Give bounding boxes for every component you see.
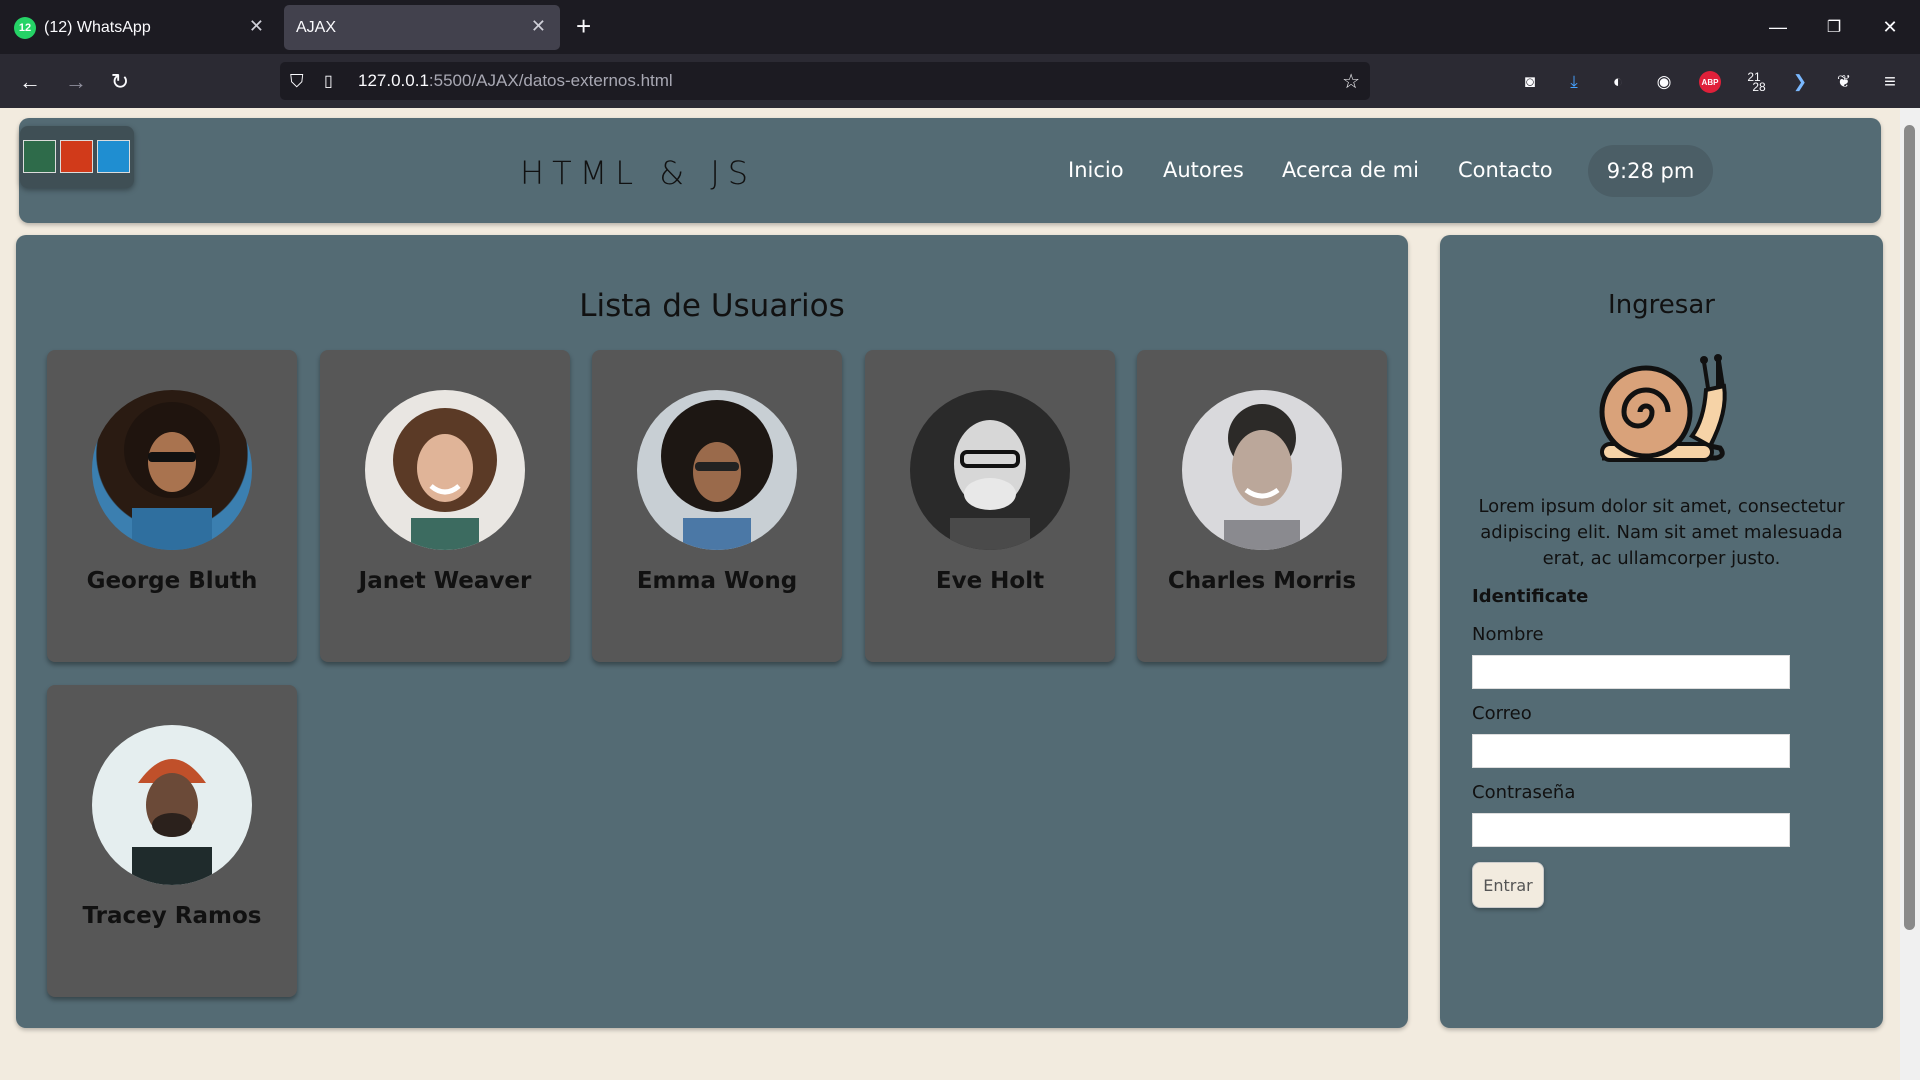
user-avatar xyxy=(1182,390,1342,550)
tab-label: AJAX xyxy=(296,18,337,36)
extension-puzzle-icon[interactable]: ❦ xyxy=(1830,68,1858,96)
user-name: Janet Weaver xyxy=(358,568,532,594)
close-icon[interactable]: ✕ xyxy=(249,16,264,37)
email-label: Correo xyxy=(1472,703,1532,724)
tab-whatsapp[interactable]: 12 (12) WhatsApp ✕ xyxy=(2,5,278,50)
user-name: Eve Holt xyxy=(935,568,1045,594)
new-tab-button[interactable]: + xyxy=(576,12,591,40)
adblock-icon[interactable]: ABP xyxy=(1696,68,1724,96)
theme-switcher xyxy=(20,126,134,188)
person-image-icon xyxy=(132,759,212,885)
extension-glasses-icon[interactable]: ◉ xyxy=(1650,68,1678,96)
user-avatar xyxy=(92,390,252,550)
theme-swatch-red[interactable] xyxy=(60,140,93,173)
tab-ajax[interactable]: AJAX ✕ xyxy=(284,5,560,50)
download-icon[interactable]: ⤓ xyxy=(1560,68,1588,96)
extension-counter-icon[interactable]: 21 28 xyxy=(1740,68,1768,96)
person-image-icon xyxy=(950,420,1030,550)
url-path: :5500/AJAX/datos-externos.html xyxy=(428,71,673,90)
restore-button[interactable]: ❐ xyxy=(1806,0,1862,54)
url-host: 127.0.0.1 xyxy=(358,71,429,90)
tab-label: (12) WhatsApp xyxy=(44,18,151,36)
person-image-icon xyxy=(393,408,497,550)
extension-arrow-icon[interactable]: ❯ xyxy=(1786,68,1814,96)
person-image-icon xyxy=(124,402,220,550)
nav-acerca[interactable]: Acerca de mi xyxy=(1282,158,1419,182)
reload-icon[interactable]: ↻ xyxy=(104,66,136,98)
bookmark-star-icon[interactable]: ☆ xyxy=(1342,69,1360,94)
password-label: Contraseña xyxy=(1472,782,1576,803)
submit-button[interactable]: Entrar xyxy=(1472,862,1544,908)
nav-inicio[interactable]: Inicio xyxy=(1068,158,1124,182)
theme-swatch-blue[interactable] xyxy=(97,140,130,173)
page-icon: ▯ xyxy=(324,73,333,90)
form-title: Identificate xyxy=(1472,586,1589,607)
user-card: Janet Weaver xyxy=(320,350,570,662)
close-window-button[interactable]: ✕ xyxy=(1862,0,1918,54)
pocket-icon[interactable]: ◙ xyxy=(1516,68,1544,96)
close-icon[interactable]: ✕ xyxy=(531,16,546,37)
password-field[interactable] xyxy=(1472,813,1790,847)
email-field[interactable] xyxy=(1472,734,1790,768)
user-card: George Bluth xyxy=(47,350,297,662)
login-title: Ingresar xyxy=(1608,290,1715,320)
back-icon[interactable]: ← xyxy=(14,66,46,98)
user-avatar xyxy=(637,390,797,550)
url-text[interactable]: 127.0.0.1:5500/AJAX/datos-externos.html xyxy=(358,71,673,91)
user-name: Tracey Ramos xyxy=(82,903,262,929)
user-name: Charles Morris xyxy=(1167,568,1357,594)
extension-avatar-icon[interactable]: ◐ xyxy=(1604,68,1632,96)
theme-swatch-green[interactable] xyxy=(23,140,56,173)
user-card: Emma Wong xyxy=(592,350,842,662)
site-brand: HTML & JS xyxy=(520,154,757,192)
forward-icon[interactable]: → xyxy=(60,66,92,98)
nav-contacto[interactable]: Contacto xyxy=(1458,158,1553,182)
user-avatar xyxy=(365,390,525,550)
adblock-label: ABP xyxy=(1699,71,1721,93)
user-card: Eve Holt xyxy=(865,350,1115,662)
browser-tab-bar: 12 (12) WhatsApp ✕ AJAX ✕ + — ❐ ✕ xyxy=(0,0,1920,54)
menu-icon[interactable]: ≡ xyxy=(1876,68,1904,96)
name-label: Nombre xyxy=(1472,624,1544,645)
name-field[interactable] xyxy=(1472,655,1790,689)
user-card: Tracey Ramos xyxy=(47,685,297,997)
browser-nav-bar: ← → ↻ ⛉ ▯ 127.0.0.1:5500/AJAX/datos-exte… xyxy=(0,54,1920,108)
scrollbar-thumb[interactable] xyxy=(1904,125,1915,930)
user-avatar xyxy=(92,725,252,885)
whatsapp-icon: 12 xyxy=(14,16,36,39)
user-name: George Bluth xyxy=(86,568,258,594)
nav-autores[interactable]: Autores xyxy=(1163,158,1244,182)
user-avatar xyxy=(910,390,1070,550)
url-bar[interactable]: ⛉ ▯ 127.0.0.1:5500/AJAX/datos-externos.h… xyxy=(280,62,1370,100)
user-card: Charles Morris xyxy=(1137,350,1387,662)
minimize-button[interactable]: — xyxy=(1750,0,1806,54)
users-title: Lista de Usuarios xyxy=(579,288,845,324)
snail-icon xyxy=(1599,354,1727,462)
clock-display: 9:28 pm xyxy=(1588,145,1713,197)
person-image-icon xyxy=(661,400,773,550)
user-name: Emma Wong xyxy=(636,568,798,594)
person-image-icon xyxy=(1224,404,1300,550)
shield-icon[interactable]: ⛉ xyxy=(290,71,304,92)
counter-bottom: 28 xyxy=(1752,80,1766,94)
login-description: Lorem ipsum dolor sit amet, consectetur … xyxy=(1478,496,1845,569)
